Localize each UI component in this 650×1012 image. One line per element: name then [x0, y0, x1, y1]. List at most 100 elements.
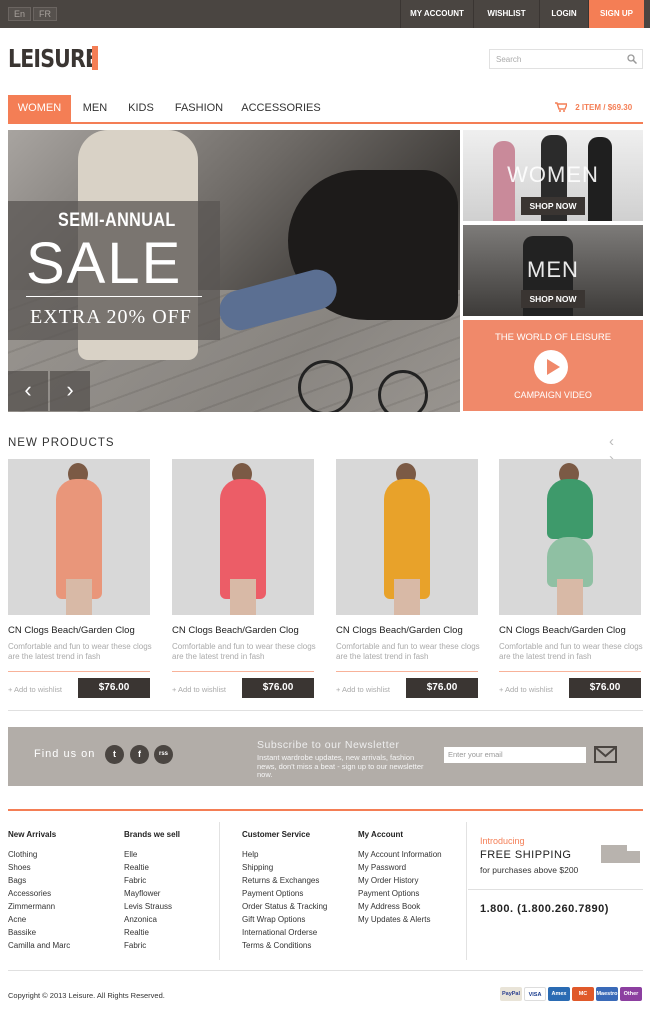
search-input[interactable]: Search — [489, 49, 643, 69]
product-name[interactable]: CN Clogs Beach/Garden Clog — [8, 625, 152, 636]
language-fr[interactable]: FR — [33, 7, 57, 21]
wishlist-link[interactable]: WISHLIST — [473, 0, 539, 28]
product-card[interactable]: CN Clogs Beach/Garden Clog Comfortable a… — [336, 459, 480, 698]
nav-men[interactable]: MEN — [78, 95, 112, 122]
footer-col-brands: Brands we sell Elle Realtie Fabric Mayfl… — [124, 830, 180, 952]
search-icon[interactable] — [627, 54, 637, 64]
footer-bottom-rule — [8, 970, 643, 971]
twitter-icon[interactable]: t — [105, 745, 124, 764]
free-shipping-condition: for purchases above $200 — [480, 865, 579, 875]
product-description: Comfortable and fun to wear these clogs … — [336, 642, 480, 661]
product-name[interactable]: CN Clogs Beach/Garden Clog — [499, 625, 643, 636]
price-button[interactable]: $76.00 — [569, 678, 641, 698]
footer-col-title: Customer Service — [242, 830, 311, 839]
footer-link[interactable]: Shipping — [242, 861, 327, 874]
footer-link[interactable]: Bags — [8, 874, 70, 887]
play-triangle — [547, 359, 560, 375]
add-to-wishlist[interactable]: + Add to wishlist — [8, 685, 62, 694]
footer-link[interactable]: Returns & Exchanges — [242, 874, 327, 887]
product-image[interactable] — [499, 459, 641, 615]
footer-link[interactable]: International Orderse — [242, 926, 327, 939]
envelope-icon[interactable] — [594, 746, 617, 763]
footer-link[interactable]: My Updates & Alerts — [358, 913, 442, 926]
footer-link[interactable]: My Account Information — [358, 848, 442, 861]
add-to-wishlist[interactable]: + Add to wishlist — [336, 685, 390, 694]
hero-next-button[interactable]: › — [50, 371, 90, 411]
logo[interactable]: LEISURE — [8, 44, 99, 73]
facebook-icon[interactable]: f — [130, 745, 149, 764]
footer-link[interactable]: Elle — [124, 848, 180, 861]
footer-link[interactable]: Mayflower — [124, 887, 180, 900]
product-name[interactable]: CN Clogs Beach/Garden Clog — [172, 625, 316, 636]
men-shop-now-button[interactable]: SHOP NOW — [521, 290, 585, 308]
language-en[interactable]: En — [8, 7, 32, 21]
sale-extra-off: EXTRA 20% OFF — [30, 306, 192, 328]
footer-link[interactable]: Realtie — [124, 861, 180, 874]
footer-col-title: Brands we sell — [124, 830, 181, 839]
footer-link[interactable]: Terms & Conditions — [242, 939, 327, 952]
product-divider — [172, 671, 314, 672]
signup-link[interactable]: SIGN UP — [588, 0, 644, 28]
sale-headline: SALE — [26, 231, 183, 296]
footer-link[interactable]: Bassike — [8, 926, 70, 939]
card-icon: Other — [620, 987, 642, 1001]
stroller-wheel — [378, 370, 428, 412]
price-button[interactable]: $76.00 — [406, 678, 478, 698]
footer-link[interactable]: Fabric — [124, 874, 180, 887]
footer-link[interactable]: Levis Strauss — [124, 900, 180, 913]
price-button[interactable]: $76.00 — [78, 678, 150, 698]
mastercard-icon: MC — [572, 987, 594, 1001]
footer-link[interactable]: Clothing — [8, 848, 70, 861]
hero-prev-button[interactable]: ‹ — [8, 371, 48, 411]
my-account-link[interactable]: MY ACCOUNT — [400, 0, 473, 28]
visa-icon: VISA — [524, 987, 546, 1001]
women-shop-now-button[interactable]: SHOP NOW — [521, 197, 585, 215]
men-banner[interactable]: MEN SHOP NOW — [463, 225, 643, 316]
women-banner[interactable]: WOMEN SHOP NOW — [463, 130, 643, 221]
product-image[interactable] — [8, 459, 150, 615]
footer-col-my-account: My Account My Account Information My Pas… — [358, 830, 442, 926]
product-image[interactable] — [336, 459, 478, 615]
footer-col-title: New Arrivals — [8, 830, 57, 839]
nav-accessories[interactable]: ACCESSORIES — [240, 95, 322, 122]
free-shipping-label: FREE SHIPPING — [480, 849, 572, 861]
find-us-label: Find us on — [34, 748, 96, 760]
footer-link[interactable]: Payment Options — [242, 887, 327, 900]
nav-women[interactable]: WOMEN — [8, 95, 71, 122]
footer-link[interactable]: My Password — [358, 861, 442, 874]
footer-link[interactable]: Order Status & Tracking — [242, 900, 327, 913]
cart-summary[interactable]: 2 ITEM / $69.30 — [555, 102, 632, 112]
add-to-wishlist[interactable]: + Add to wishlist — [499, 685, 553, 694]
footer-link[interactable]: Anzonica — [124, 913, 180, 926]
maestro-icon: Maestro — [596, 987, 618, 1001]
footer-link[interactable]: My Address Book — [358, 900, 442, 913]
nav-fashion[interactable]: FASHION — [170, 95, 228, 122]
rss-icon[interactable]: rss — [154, 745, 173, 764]
campaign-video-banner[interactable]: THE WORLD OF LEISURE CAMPAIGN VIDEO — [463, 320, 643, 411]
footer-link[interactable]: Help — [242, 848, 327, 861]
footer-link[interactable]: Acne — [8, 913, 70, 926]
product-card[interactable]: CN Clogs Beach/Garden Clog Comfortable a… — [499, 459, 643, 698]
login-link[interactable]: LOGIN — [539, 0, 588, 28]
nav-underline — [8, 122, 643, 124]
footer-link[interactable]: Accessories — [8, 887, 70, 900]
product-card[interactable]: CN Clogs Beach/Garden Clog Comfortable a… — [172, 459, 316, 698]
footer-link[interactable]: Fabric — [124, 939, 180, 952]
footer-link[interactable]: Zimmermann — [8, 900, 70, 913]
footer-link[interactable]: Camilla and Marc — [8, 939, 70, 952]
footer-link[interactable]: Gift Wrap Options — [242, 913, 327, 926]
product-image[interactable] — [172, 459, 314, 615]
price-button[interactable]: $76.00 — [242, 678, 314, 698]
cart-icon — [555, 102, 569, 112]
product-card[interactable]: CN Clogs Beach/Garden Clog Comfortable a… — [8, 459, 152, 698]
men-banner-label: MEN — [527, 257, 579, 282]
footer-link[interactable]: Shoes — [8, 861, 70, 874]
model-legs — [66, 579, 92, 615]
product-name[interactable]: CN Clogs Beach/Garden Clog — [336, 625, 480, 636]
footer-link[interactable]: My Order History — [358, 874, 442, 887]
nav-kids[interactable]: KIDS — [124, 95, 158, 122]
footer-link[interactable]: Payment Options — [358, 887, 442, 900]
newsletter-email-input[interactable]: Enter your email — [444, 747, 586, 763]
footer-link[interactable]: Realtie — [124, 926, 180, 939]
add-to-wishlist[interactable]: + Add to wishlist — [172, 685, 226, 694]
